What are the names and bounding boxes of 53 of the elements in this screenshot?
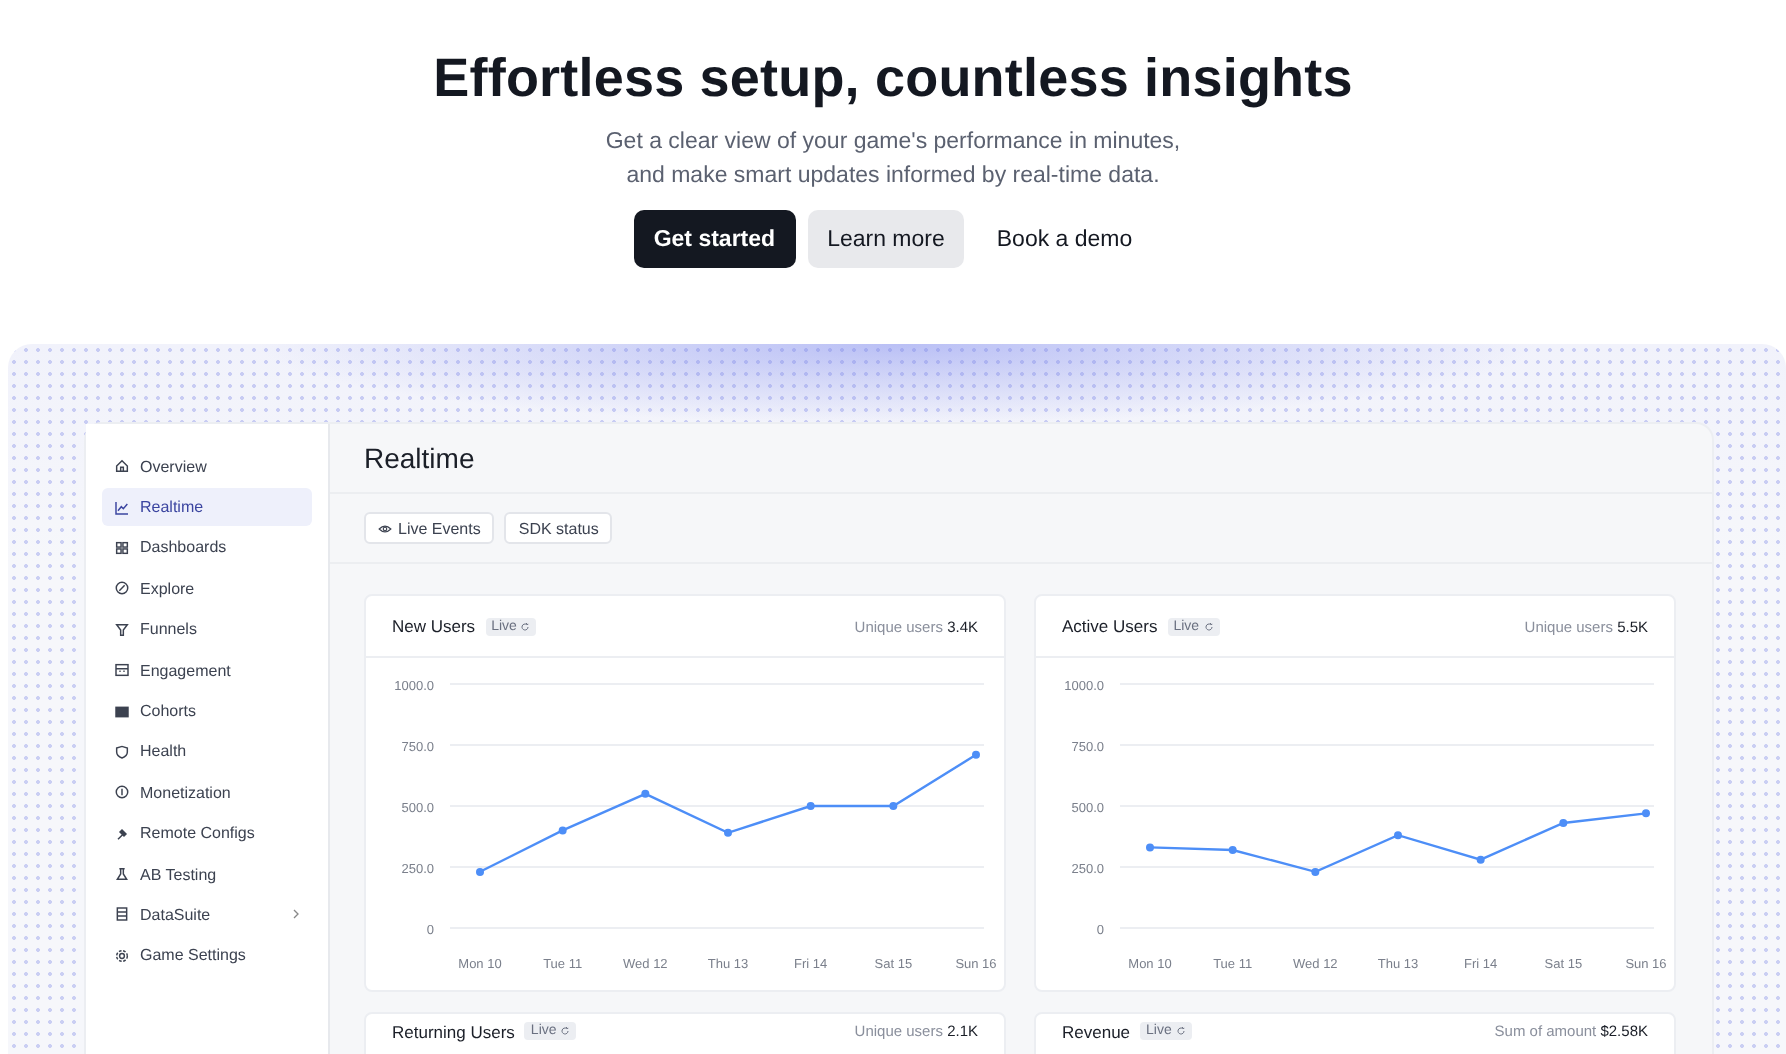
- sidebar-item[interactable]: Cohorts: [102, 692, 312, 730]
- card-title: Active Users: [1062, 616, 1158, 636]
- tab-button[interactable]: Live Events: [364, 512, 495, 544]
- card-title: Returning Users: [392, 1022, 515, 1042]
- data-point: [476, 867, 484, 876]
- refresh-icon: [560, 1026, 571, 1036]
- sidebar-item[interactable]: Game Settings: [102, 937, 312, 975]
- data-point: [1476, 855, 1485, 864]
- page-title: Realtime: [364, 442, 475, 474]
- data-point: [1559, 819, 1568, 828]
- flask-icon: [114, 866, 130, 883]
- grid-icon: [114, 539, 130, 556]
- sidebar-item[interactable]: DataSuite: [102, 896, 312, 934]
- sidebar-item[interactable]: Health: [102, 733, 312, 771]
- data-point: [1311, 867, 1320, 876]
- sidebar-item[interactable]: Realtime: [102, 488, 312, 526]
- list-icon: [114, 906, 130, 923]
- sidebar-item[interactable]: Dashboards: [102, 529, 312, 567]
- calendar-icon: [114, 662, 130, 679]
- data-point: [1642, 809, 1650, 818]
- data-point: [724, 828, 732, 837]
- refresh-icon: [1175, 1026, 1186, 1036]
- sidebar-item[interactable]: Explore: [102, 570, 312, 608]
- data-point: [1146, 843, 1154, 852]
- data-point: [1394, 831, 1402, 840]
- sidebar-item[interactable]: Overview: [102, 448, 312, 485]
- data-point: [972, 750, 980, 759]
- hammer-icon: [114, 825, 130, 842]
- compass-icon: [114, 580, 130, 597]
- book-demo-button[interactable]: Book a demo: [976, 210, 1153, 268]
- home-icon: [114, 458, 130, 475]
- get-started-button[interactable]: Get started: [633, 210, 796, 268]
- data-point: [889, 802, 898, 810]
- funnel-icon: [114, 621, 130, 638]
- tab-button[interactable]: SDK status: [504, 512, 613, 544]
- card-title: Revenue: [1062, 1022, 1131, 1042]
- card-title: New Users: [392, 616, 476, 636]
- data-point: [806, 802, 815, 810]
- sidebar-item[interactable]: Monetization: [102, 774, 312, 812]
- sidebar-item[interactable]: Remote Configs: [102, 815, 312, 852]
- sidebar-item[interactable]: Funnels: [102, 611, 312, 648]
- data-point: [641, 789, 650, 798]
- refresh-icon: [520, 621, 531, 631]
- refresh-icon: [1203, 621, 1214, 631]
- hero-title: Effortless setup, countless insights: [433, 46, 1353, 112]
- hero-subtitle: Get a clear view of your game's performance in minutes,: [605, 128, 1181, 158]
- data-point: [1228, 845, 1237, 854]
- hero-subtitle: and make smart updates informed by real-time data.: [626, 162, 1160, 192]
- data-point: [558, 826, 567, 835]
- learn-more-button[interactable]: Learn more: [807, 210, 965, 268]
- sidebar-item[interactable]: AB Testing: [102, 855, 312, 893]
- sidebar-item[interactable]: Engagement: [102, 651, 312, 689]
- chart-icon: [114, 499, 130, 516]
